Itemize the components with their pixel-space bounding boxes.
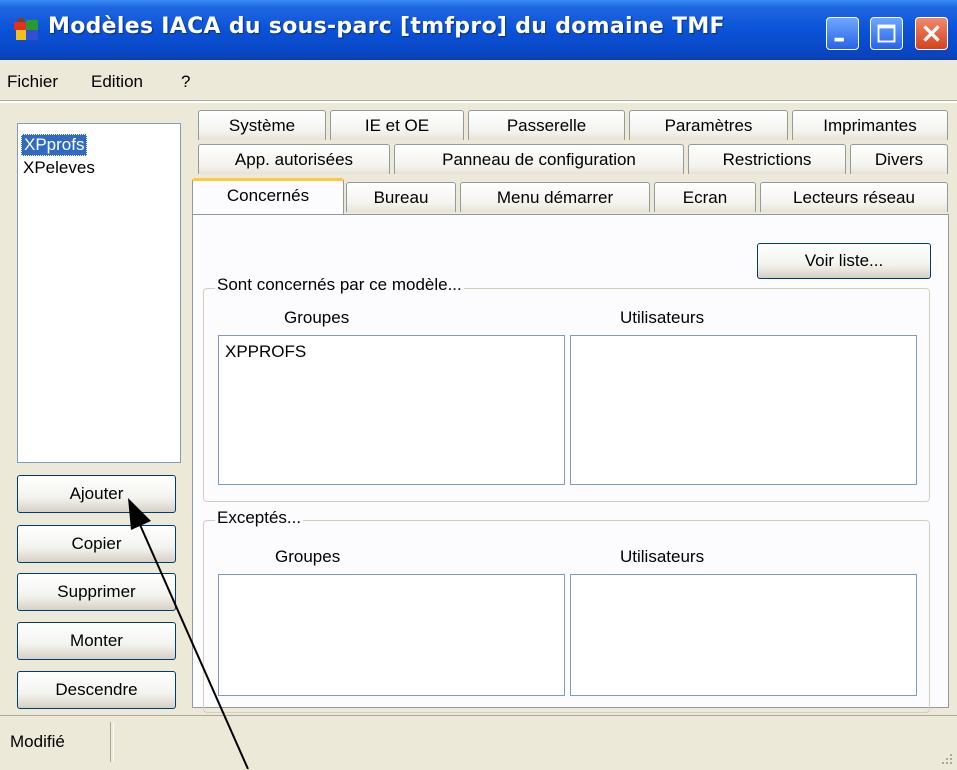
models-list[interactable]: XPprofs XPeleves	[17, 123, 181, 463]
excluded-groups-header: Groupes	[275, 547, 341, 566]
list-item[interactable]: XPPROFS	[225, 342, 306, 362]
menu-help[interactable]: ?	[181, 72, 190, 92]
tab-panneau-configuration[interactable]: Panneau de configuration	[394, 144, 684, 174]
tab-imprimantes[interactable]: Imprimantes	[792, 110, 948, 140]
included-users-list[interactable]	[570, 335, 917, 485]
tab-restrictions[interactable]: Restrictions	[688, 144, 846, 174]
close-button[interactable]	[915, 17, 948, 50]
close-icon	[923, 25, 940, 42]
included-groups-header: Groupes	[284, 308, 350, 327]
minimize-icon	[834, 37, 844, 42]
excluded-users-list[interactable]	[570, 574, 917, 696]
maximize-button[interactable]	[870, 17, 903, 50]
copy-button[interactable]: Copier	[17, 525, 176, 563]
tab-concernes[interactable]: Concernés	[192, 178, 344, 214]
tab-parametres[interactable]: Paramètres	[629, 110, 788, 140]
list-item-xpprofs[interactable]: XPprofs	[21, 134, 88, 156]
status-bar	[0, 715, 957, 770]
tab-lecteurs-reseau[interactable]: Lecteurs réseau	[760, 182, 948, 212]
tab-ie-oe[interactable]: IE et OE	[330, 110, 464, 140]
tab-passerelle[interactable]: Passerelle	[468, 110, 625, 140]
tab-ecran[interactable]: Ecran	[654, 182, 756, 212]
menu-edition[interactable]: Edition	[91, 72, 143, 92]
resize-grip-icon[interactable]	[939, 751, 953, 765]
included-groups-list[interactable]: XPPROFS	[218, 335, 565, 485]
add-button[interactable]: Ajouter	[17, 475, 176, 513]
included-users-header: Utilisateurs	[620, 308, 705, 327]
tab-menu-demarrer[interactable]: Menu démarrer	[460, 182, 650, 212]
excluded-users-header: Utilisateurs	[620, 547, 705, 566]
app-icon	[14, 18, 38, 40]
included-legend: Sont concernés par ce modèle...	[215, 275, 464, 295]
view-list-button[interactable]: Voir liste...	[757, 243, 931, 279]
tab-systeme[interactable]: Système	[198, 110, 326, 140]
list-item-xpeleves[interactable]: XPeleves	[23, 158, 95, 178]
move-down-button[interactable]: Descendre	[17, 671, 176, 709]
menu-bar: Fichier Edition ?	[0, 60, 957, 100]
minimize-button[interactable]	[826, 17, 859, 50]
maximize-icon	[877, 24, 896, 43]
tab-divers[interactable]: Divers	[850, 144, 948, 174]
move-up-button[interactable]: Monter	[17, 622, 176, 660]
tab-bureau[interactable]: Bureau	[346, 182, 456, 212]
tab-app-autorisees[interactable]: App. autorisées	[198, 144, 390, 174]
excluded-legend: Exceptés...	[215, 508, 304, 528]
title-bar[interactable]: Modèles IACA du sous-parc [tmfpro] du do…	[0, 0, 957, 60]
status-text: Modifié	[10, 732, 65, 751]
menu-separator	[0, 100, 957, 103]
window-title: Modèles IACA du sous-parc [tmfpro] du do…	[48, 14, 725, 39]
menu-fichier[interactable]: Fichier	[7, 72, 58, 92]
excluded-groups-list[interactable]	[218, 574, 565, 696]
delete-button[interactable]: Supprimer	[17, 573, 176, 611]
status-divider	[110, 722, 114, 762]
main-window: Modèles IACA du sous-parc [tmfpro] du do…	[0, 0, 957, 770]
